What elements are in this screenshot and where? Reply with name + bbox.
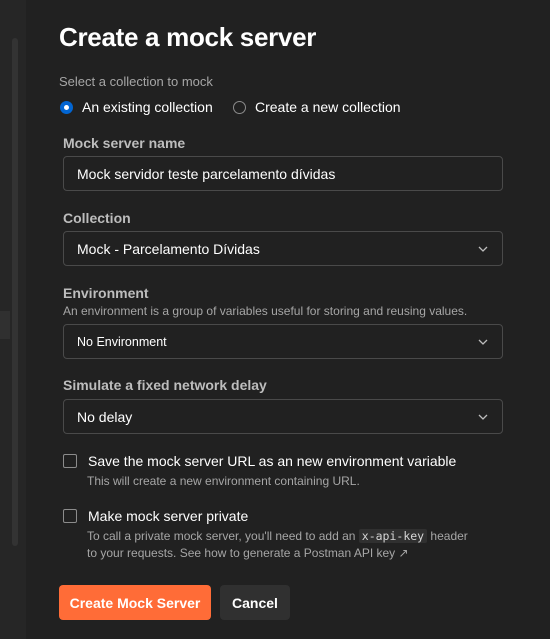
chevron-down-icon	[477, 243, 489, 255]
radio-existing-label: An existing collection	[82, 99, 213, 115]
environment-value: No Environment	[77, 334, 167, 349]
chevron-down-icon	[477, 411, 489, 423]
private-helper-line2: to your requests. See how to generate a …	[87, 546, 409, 560]
page-title: Create a mock server	[59, 22, 317, 52]
collection-value: Mock - Parcelamento Dívidas	[77, 240, 260, 257]
private-helper-suffix: header	[427, 529, 468, 543]
sidebar-edge-tab	[0, 311, 10, 339]
environment-helper: An environment is a group of variables u…	[63, 304, 468, 318]
sidebar-scrollbar[interactable]	[12, 38, 18, 546]
radio-existing-collection[interactable]: An existing collection	[60, 99, 213, 115]
mock-name-value: Mock servidor teste parcelamento dívidas	[77, 165, 336, 182]
create-mock-server-panel: Create a mock server Select a collection…	[26, 0, 550, 639]
save-url-checkbox[interactable]	[63, 454, 77, 468]
radio-new-collection[interactable]: Create a new collection	[233, 99, 401, 115]
delay-select[interactable]: No delay	[63, 399, 503, 434]
save-url-label: Save the mock server URL as an new envir…	[88, 453, 457, 469]
private-label: Make mock server private	[88, 508, 249, 524]
private-helper-line1: To call a private mock server, you'll ne…	[87, 529, 468, 543]
cancel-button[interactable]: Cancel	[220, 585, 290, 620]
collection-label: Collection	[63, 210, 131, 226]
api-key-code: x-api-key	[358, 529, 428, 543]
radio-new-label: Create a new collection	[255, 99, 401, 115]
radio-checked-icon	[60, 100, 73, 114]
mock-name-input[interactable]: Mock servidor teste parcelamento dívidas	[63, 156, 503, 191]
save-url-checkbox-row[interactable]: Save the mock server URL as an new envir…	[63, 453, 456, 469]
collection-section-label: Select a collection to mock	[59, 74, 213, 89]
environment-label: Environment	[63, 285, 149, 301]
save-url-helper: This will create a new environment conta…	[87, 474, 360, 488]
delay-label: Simulate a fixed network delay	[63, 377, 267, 393]
api-key-docs-link[interactable]: to your requests. See how to generate a …	[87, 546, 409, 560]
left-sidebar-strip	[0, 0, 27, 639]
mock-name-label: Mock server name	[63, 135, 186, 151]
create-mock-server-button[interactable]: Create Mock Server	[59, 585, 211, 620]
radio-unchecked-icon	[233, 100, 246, 114]
private-checkbox[interactable]	[63, 509, 77, 523]
private-helper-prefix: To call a private mock server, you'll ne…	[87, 529, 359, 543]
chevron-down-icon	[477, 336, 489, 348]
private-checkbox-row[interactable]: Make mock server private	[63, 508, 248, 524]
delay-value: No delay	[77, 408, 133, 425]
environment-select[interactable]: No Environment	[63, 324, 503, 359]
collection-select[interactable]: Mock - Parcelamento Dívidas	[63, 231, 503, 266]
